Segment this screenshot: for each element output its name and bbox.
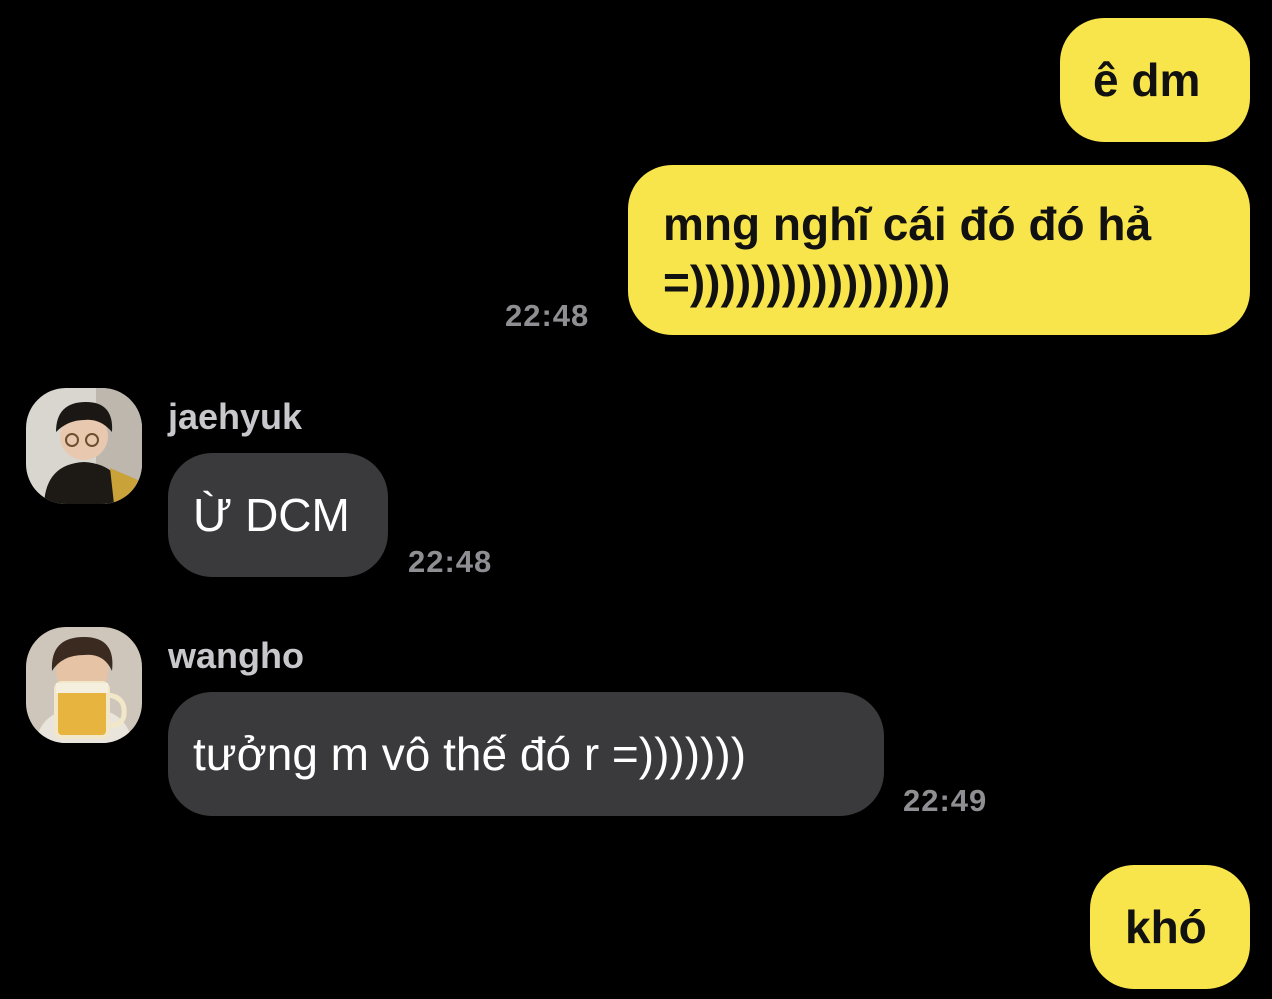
outgoing-message-bubble[interactable]: khó <box>1090 865 1250 989</box>
sender-name: jaehyuk <box>168 396 303 437</box>
message-text: khó <box>1125 901 1207 953</box>
incoming-message-bubble[interactable]: Ừ DCM <box>168 453 388 577</box>
avatar[interactable] <box>26 627 142 743</box>
message-timestamp: 22:48 <box>505 298 590 333</box>
avatar-jaehyuk-image <box>26 388 142 504</box>
message-text: Ừ DCM <box>193 489 350 541</box>
incoming-message-bubble[interactable]: tưởng m vô thế đó r =))))))) <box>168 692 884 816</box>
message-timestamp: 22:48 <box>408 544 493 579</box>
message-text-line: mng nghĩ cái đó đó hả <box>663 198 1152 250</box>
sender-name: wangho <box>168 635 304 676</box>
avatar-wangho-image <box>26 627 142 743</box>
avatar[interactable] <box>26 388 142 504</box>
message-timestamp: 22:49 <box>903 783 988 818</box>
outgoing-message-bubble[interactable]: mng nghĩ cái đó đó hả =))))))))))))))))) <box>628 165 1250 335</box>
message-text-line: =))))))))))))))))) <box>663 256 951 308</box>
outgoing-message-bubble[interactable]: ê dm <box>1060 18 1250 142</box>
message-text: tưởng m vô thế đó r =))))))) <box>193 728 747 780</box>
message-text: ê dm <box>1093 54 1201 106</box>
